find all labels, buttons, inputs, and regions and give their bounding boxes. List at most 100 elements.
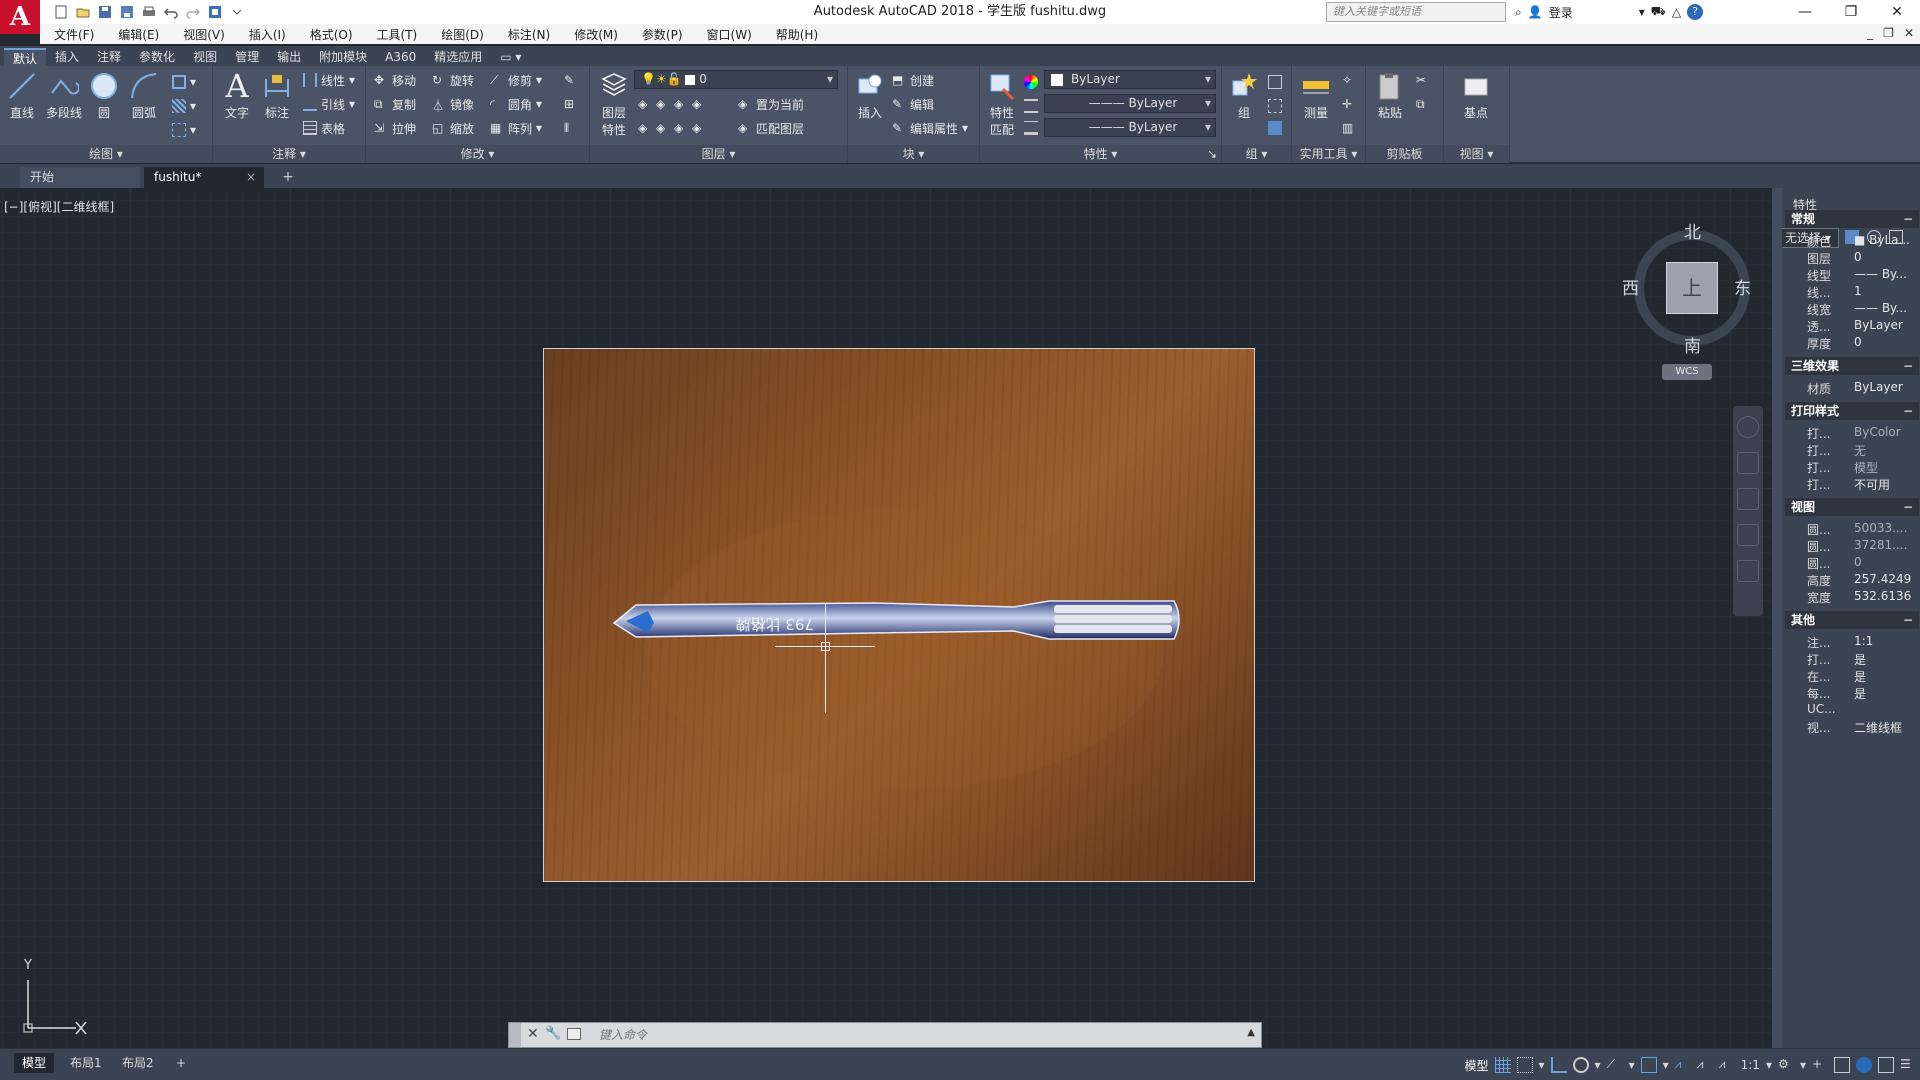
property-value[interactable]: 0 — [1854, 555, 1862, 569]
property-value[interactable]: 532.6136 — [1854, 589, 1911, 603]
menu-modify[interactable]: 修改(M) — [574, 26, 618, 43]
menu-help[interactable]: 帮助(H) — [776, 26, 818, 43]
collapse-icon[interactable]: − — [1903, 210, 1913, 228]
tab-parametric[interactable]: 参数化 — [130, 48, 184, 66]
erase-button[interactable]: ✎ — [564, 70, 578, 90]
copy-clip-icon[interactable]: ⧉ — [1416, 94, 1430, 114]
compass-north[interactable]: 北 — [1684, 218, 1701, 243]
tab-output[interactable]: 输出 — [268, 48, 310, 66]
palette-section-header[interactable]: 视图 − — [1785, 498, 1919, 516]
property-value[interactable]: 257.4249 — [1854, 572, 1911, 586]
ortho-icon[interactable] — [1550, 1057, 1567, 1073]
snap-icon[interactable] — [1516, 1057, 1533, 1073]
customization-icon[interactable]: ☰ — [1900, 1057, 1916, 1073]
property-value[interactable]: 1:1 — [1854, 634, 1873, 648]
property-value[interactable]: —— By... — [1854, 267, 1907, 281]
lineweight-dropdown[interactable]: ——— ByLayer — [1044, 118, 1216, 137]
menu-file[interactable]: 文件(F) — [54, 26, 94, 43]
stretch-button[interactable]: ⇲ 拉伸 — [374, 118, 416, 138]
menu-format[interactable]: 格式(O) — [310, 26, 353, 43]
chevron-up-icon[interactable]: ▲ — [1247, 1027, 1255, 1038]
layer-tools-row1[interactable]: ◈ ◈ ◈ ◈ — [638, 94, 706, 114]
tab-document[interactable]: fushitu* × — [144, 167, 264, 188]
explode-button[interactable]: ⊞ — [564, 94, 578, 114]
close-icon[interactable]: ✕ — [527, 1026, 539, 1042]
close-button[interactable]: ✕ — [1874, 0, 1920, 24]
steering-wheel-icon[interactable] — [1737, 416, 1759, 438]
lineweight-icon[interactable] — [1024, 118, 1038, 138]
edit-attributes-button[interactable]: ✎ 编辑属性 ▾ — [892, 118, 968, 138]
property-value[interactable]: 0 — [1854, 250, 1862, 264]
collapse-icon[interactable]: − — [1903, 402, 1913, 420]
annotation-visibility-icon[interactable]: ⩘ — [1675, 1057, 1691, 1073]
paste-button[interactable]: 粘贴 — [1370, 70, 1410, 121]
layout-tab-1[interactable]: 布局1 — [62, 1053, 110, 1073]
tab-start[interactable]: 开始 — [20, 167, 140, 188]
menu-dimension[interactable]: 标注(N) — [508, 26, 550, 43]
linetype-dropdown[interactable]: ——— ByLayer — [1044, 94, 1216, 113]
panel-utilities-label[interactable]: 实用工具 ▾ — [1292, 145, 1365, 163]
isolate-objects-icon[interactable] — [1834, 1057, 1850, 1073]
collapse-icon[interactable]: − — [1903, 357, 1913, 375]
login-label[interactable]: 登录 — [1549, 4, 1573, 21]
annotation-scale-value[interactable]: 1:1 — [1741, 1058, 1760, 1072]
match-layer-button[interactable]: ◈ 匹配图层 — [738, 118, 804, 138]
viewport-controls[interactable]: [−][俯视][二维线框] — [4, 198, 114, 215]
property-value[interactable]: 二维线框 — [1854, 719, 1902, 736]
command-history-icon[interactable] — [567, 1028, 581, 1040]
edit-block-button[interactable]: ✎ 编辑 — [892, 94, 934, 114]
panel-properties-label[interactable]: 特性 ▾ ↘ — [980, 145, 1221, 163]
save-icon[interactable] — [96, 3, 114, 21]
hardware-acceleration-icon[interactable] — [1856, 1057, 1872, 1073]
menu-window[interactable]: 窗口(W) — [707, 26, 752, 43]
exchange-icon[interactable]: △ — [1672, 5, 1681, 19]
tab-featured-apps[interactable]: 精选应用 — [425, 48, 491, 66]
property-value[interactable]: 1 — [1854, 284, 1862, 298]
ribbon-options-icon[interactable]: ▭ ▾ — [491, 48, 530, 66]
menu-parametric[interactable]: 参数(P) — [642, 26, 683, 43]
palette-section-header[interactable]: 常规 − — [1785, 210, 1919, 228]
object-snap-icon[interactable] — [1640, 1057, 1657, 1073]
menu-insert[interactable]: 插入(I) — [249, 26, 286, 43]
workspace-gear-icon[interactable]: ⚙ — [1778, 1057, 1794, 1073]
palette-section-header[interactable]: 三维效果 − — [1785, 357, 1919, 375]
binoculars-icon[interactable]: ⌕ — [1515, 5, 1522, 20]
menu-edit[interactable]: 编辑(E) — [118, 26, 159, 43]
quick-select-icon[interactable]: ✧ — [1342, 70, 1356, 90]
annotation-scale-icon[interactable]: ⩘ — [1719, 1057, 1735, 1073]
collapse-icon[interactable]: − — [1903, 498, 1913, 516]
wcs-menu[interactable]: WCS — [1662, 364, 1712, 380]
application-menu-button[interactable]: A — [0, 0, 40, 34]
trim-button[interactable]: ⟋ 修剪 ▾ — [490, 70, 542, 90]
measure-button[interactable]: 测量 — [1296, 70, 1336, 121]
menu-draw[interactable]: 绘图(D) — [441, 26, 484, 43]
showmotion-icon[interactable] — [1737, 560, 1759, 582]
fillet-button[interactable]: ◜ 圆角 ▾ — [490, 94, 542, 114]
drawing-canvas[interactable]: [−][俯视][二维线框] 793 比格牌 上 北 南 东 西 WCS Y — [0, 188, 1772, 1050]
model-space-button[interactable]: 模型 — [1464, 1057, 1488, 1074]
tab-insert[interactable]: 插入 — [46, 48, 88, 66]
offset-button[interactable]: ⫴ — [564, 118, 578, 138]
chevron-down-icon[interactable]: ▾ — [1629, 1058, 1635, 1072]
hatch-button[interactable]: ▾ — [172, 96, 196, 116]
raster-image-toothbrush[interactable]: 793 比格牌 — [543, 348, 1255, 882]
viewcube[interactable]: 上 北 南 东 西 WCS — [1622, 218, 1762, 380]
panel-annotation-label[interactable]: 注释 ▾ — [213, 145, 365, 163]
grid-icon[interactable] — [1494, 1057, 1511, 1073]
boundary-button[interactable]: ▾ — [172, 120, 196, 140]
array-button[interactable]: ▦ 阵列 ▾ — [490, 118, 542, 138]
cart-icon[interactable]: ⛟ — [1651, 4, 1666, 20]
search-input[interactable]: 键入关键字或短语 — [1326, 2, 1506, 22]
palette-title-strip[interactable] — [1772, 188, 1782, 1050]
tab-a360[interactable]: A360 — [376, 48, 425, 66]
polar-icon[interactable] — [1572, 1057, 1589, 1073]
calculator-icon[interactable]: ▥ — [1342, 118, 1356, 138]
panel-clipboard-label[interactable]: 剪贴板 — [1366, 145, 1443, 163]
chevron-down-icon[interactable]: ▾ — [1663, 1058, 1669, 1072]
copy-button[interactable]: ⧉ 复制 — [374, 94, 416, 114]
palette-property-row[interactable]: 打... 不可用 — [1785, 474, 1919, 494]
table-button[interactable]: 表格 — [303, 118, 345, 138]
doc-close-button[interactable]: ✕ — [1904, 26, 1914, 40]
restore-button[interactable]: ❐ — [1828, 0, 1874, 24]
tab-annotate[interactable]: 注释 — [88, 48, 130, 66]
